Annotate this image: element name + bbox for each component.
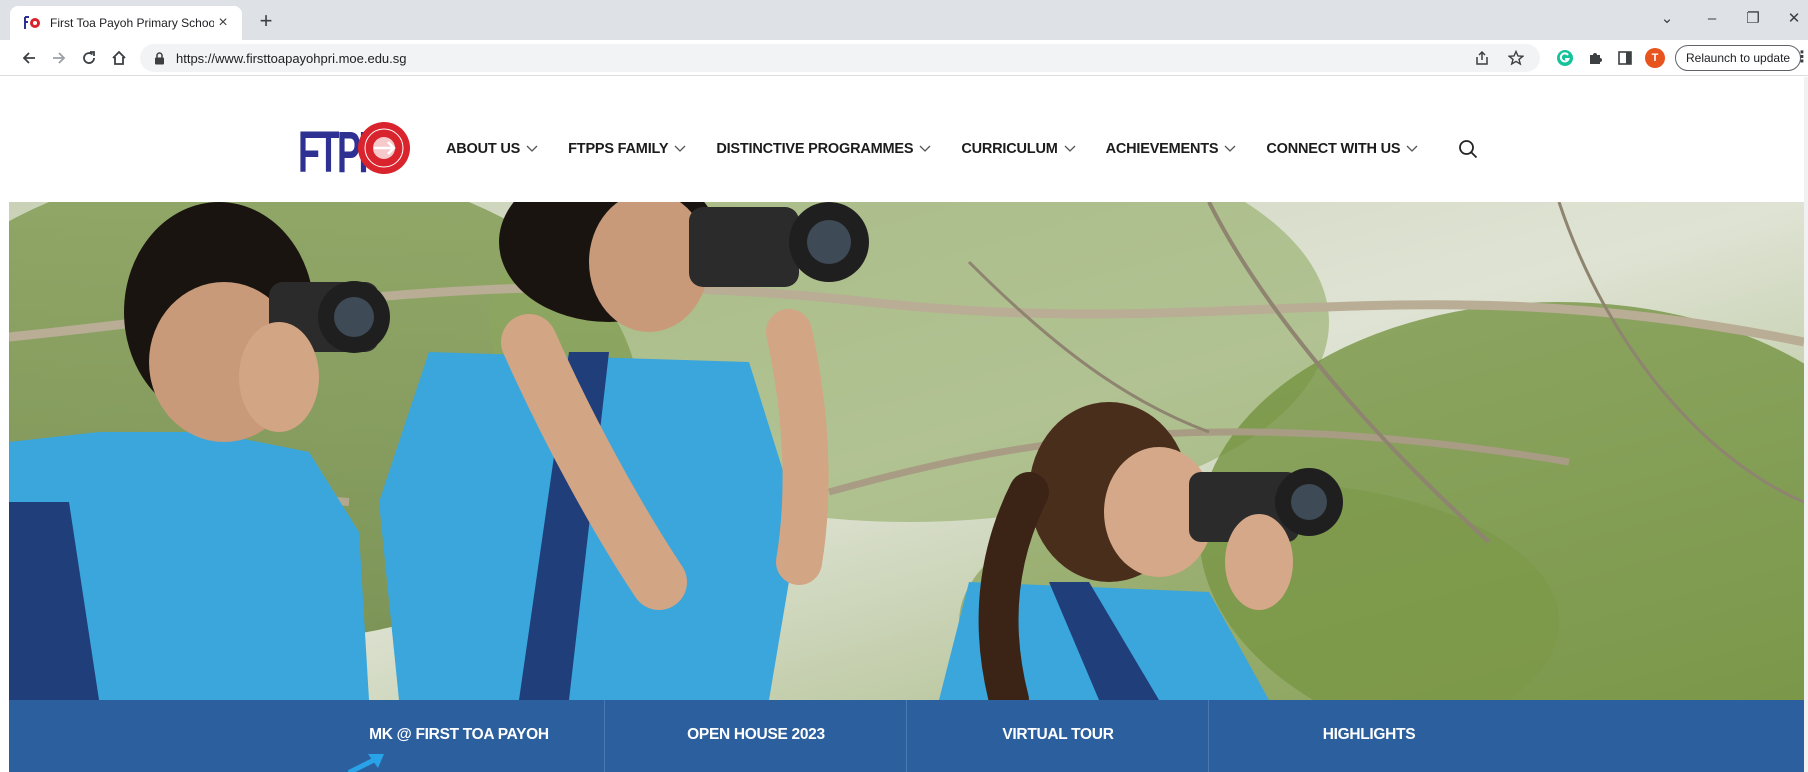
- nav-achievements[interactable]: ACHIEVEMENTS: [1106, 141, 1237, 157]
- grammarly-extension-icon[interactable]: [1555, 48, 1575, 68]
- address-bar[interactable]: https://www.firsttoapayohpri.moe.edu.sg: [140, 44, 1540, 72]
- nav-label: FTPPS FAMILY: [568, 141, 669, 157]
- side-panel-icon[interactable]: [1615, 48, 1635, 68]
- bookmark-star-icon[interactable]: [1506, 48, 1526, 68]
- arrow-pointer-icon: [347, 752, 388, 772]
- forward-arrow-icon[interactable]: [46, 45, 72, 71]
- quick-link-label: OPEN HOUSE 2023: [687, 726, 825, 743]
- tab-close-icon[interactable]: ×: [214, 14, 232, 32]
- relaunch-to-update-button[interactable]: Relaunch to update: [1675, 45, 1802, 71]
- quick-link-virtual-tour[interactable]: VIRTUAL TOUR: [907, 700, 1209, 772]
- chevron-down-icon: [674, 145, 686, 153]
- home-icon[interactable]: [106, 45, 132, 71]
- quick-link-label: MK @ FIRST TOA PAYOH: [369, 726, 549, 743]
- new-tab-button[interactable]: +: [252, 8, 280, 36]
- tab-search-chevron-icon[interactable]: ⌄: [1652, 6, 1682, 32]
- chevron-down-icon: [1406, 145, 1418, 153]
- browser-tab-active[interactable]: First Toa Payoh Primary School ×: [10, 6, 242, 40]
- tab-title: First Toa Payoh Primary School: [50, 16, 214, 30]
- school-favicon-icon: [24, 15, 40, 31]
- site-header: FTPP ABOUT US FTPPS FAMILY DISTINCTIVE P…: [0, 77, 1808, 202]
- nav-label: CURRICULUM: [961, 141, 1058, 157]
- nav-about-us[interactable]: ABOUT US: [446, 141, 538, 157]
- page-scrollbar[interactable]: [1804, 77, 1808, 772]
- browser-menu-icon[interactable]: ⋮: [1794, 48, 1808, 68]
- extensions-puzzle-icon[interactable]: [1585, 48, 1605, 68]
- share-icon[interactable]: [1472, 48, 1492, 68]
- close-window-button[interactable]: ✕: [1779, 6, 1808, 32]
- nav-label: ABOUT US: [446, 141, 521, 157]
- hero-banner-image: [9, 202, 1804, 700]
- url-text: https://www.firsttoapayohpri.moe.edu.sg: [176, 50, 407, 66]
- main-navigation: ABOUT US FTPPS FAMILY DISTINCTIVE PROGRA…: [446, 141, 1448, 157]
- quick-links-bar: MK @ FIRST TOA PAYOH OPEN HOUSE 2023 VIR…: [9, 700, 1804, 772]
- quick-link-highlights[interactable]: HIGHLIGHTS: [1209, 700, 1529, 772]
- browser-toolbar: https://www.firsttoapayohpri.moe.edu.sg …: [0, 40, 1808, 76]
- quick-link-label: VIRTUAL TOUR: [1002, 726, 1114, 743]
- chevron-down-icon: [1064, 145, 1076, 153]
- restore-button[interactable]: ❐: [1738, 6, 1768, 32]
- nav-ftpps-family[interactable]: FTPPS FAMILY: [568, 141, 686, 157]
- chevron-down-icon: [1224, 145, 1236, 153]
- school-logo[interactable]: FTPP: [298, 114, 410, 185]
- nav-curriculum[interactable]: CURRICULUM: [961, 141, 1076, 157]
- nav-label: DISTINCTIVE PROGRAMMES: [716, 141, 914, 157]
- lock-icon[interactable]: [154, 51, 166, 65]
- quick-link-open-house-2023[interactable]: OPEN HOUSE 2023: [605, 700, 907, 772]
- nav-distinctive-programmes[interactable]: DISTINCTIVE PROGRAMMES: [716, 141, 931, 157]
- back-arrow-icon[interactable]: [16, 45, 42, 71]
- quick-link-label: HIGHLIGHTS: [1322, 726, 1416, 743]
- browser-titlebar: First Toa Payoh Primary School × + ⌄ – ❐…: [0, 0, 1808, 40]
- search-icon[interactable]: [1458, 139, 1480, 161]
- reload-icon[interactable]: [76, 45, 102, 71]
- chevron-down-icon: [919, 145, 931, 153]
- nav-label: CONNECT WITH US: [1266, 141, 1401, 157]
- profile-avatar[interactable]: T: [1645, 48, 1665, 68]
- nav-connect-with-us[interactable]: CONNECT WITH US: [1266, 141, 1418, 157]
- nav-label: ACHIEVEMENTS: [1105, 141, 1219, 157]
- chevron-down-icon: [526, 145, 538, 153]
- minimize-button[interactable]: –: [1697, 6, 1727, 32]
